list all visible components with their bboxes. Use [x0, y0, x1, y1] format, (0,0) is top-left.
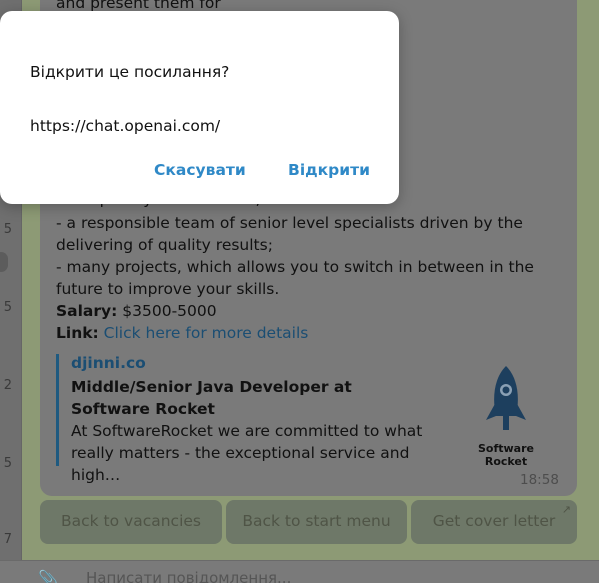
message-line: - a responsible team of senior level spe… [56, 214, 523, 232]
external-link-icon: ↗ [561, 503, 571, 516]
button-label: Back to vacancies [61, 512, 201, 530]
message-time: 18:58 [520, 472, 559, 488]
logo-text: Software Rocket [478, 442, 534, 468]
open-link-dialog: Відкрити це посилання? https://chat.open… [0, 11, 399, 204]
back-to-vacancies-button[interactable]: Back to vacancies [40, 500, 222, 544]
attach-icon[interactable]: 📎 [38, 569, 58, 583]
preview-site: djinni.co [71, 354, 146, 372]
link-line: Link: Click here for more details [56, 322, 576, 344]
rocket-icon [486, 366, 526, 430]
unread-count: 5 [3, 300, 12, 315]
details-link[interactable]: Click here for more details [104, 324, 309, 342]
back-to-start-menu-button[interactable]: Back to start menu [226, 500, 407, 544]
message-line: - many projects, which allows you to swi… [56, 258, 534, 276]
cancel-button[interactable]: Скасувати [154, 161, 246, 179]
salary-value: $3500-5000 [122, 302, 217, 320]
message-input[interactable]: Написати повідомлення... [86, 569, 291, 583]
salary-line: Salary: $3500-5000 [56, 300, 576, 322]
get-cover-letter-button[interactable]: Get cover letter ↗ [411, 500, 577, 544]
button-label: Get cover letter [432, 512, 556, 530]
unread-count: 5 [3, 456, 12, 471]
salary-label: Salary: [56, 302, 118, 320]
dialog-title: Відкрити це посилання? [30, 63, 230, 81]
unread-count: 5 [3, 222, 12, 237]
message-composer: 📎 Написати повідомлення... [0, 560, 599, 583]
preview-description: At SoftwareRocket we are committed to wh… [71, 422, 423, 484]
open-button[interactable]: Відкрити [288, 161, 370, 179]
dialog-url: https://chat.openai.com/ [30, 117, 221, 135]
link-label: Link: [56, 324, 99, 342]
button-label: Back to start menu [242, 512, 391, 530]
unread-count: 7 [3, 532, 12, 547]
message-line: future to improve your skills. [56, 280, 280, 298]
unread-badge [0, 252, 8, 272]
preview-title: Middle/Senior Java Developer at Software… [71, 378, 352, 418]
message-line: delivering of quality results; [56, 236, 273, 254]
unread-count: 2 [3, 378, 12, 393]
software-rocket-logo: Software Rocket [456, 362, 556, 468]
